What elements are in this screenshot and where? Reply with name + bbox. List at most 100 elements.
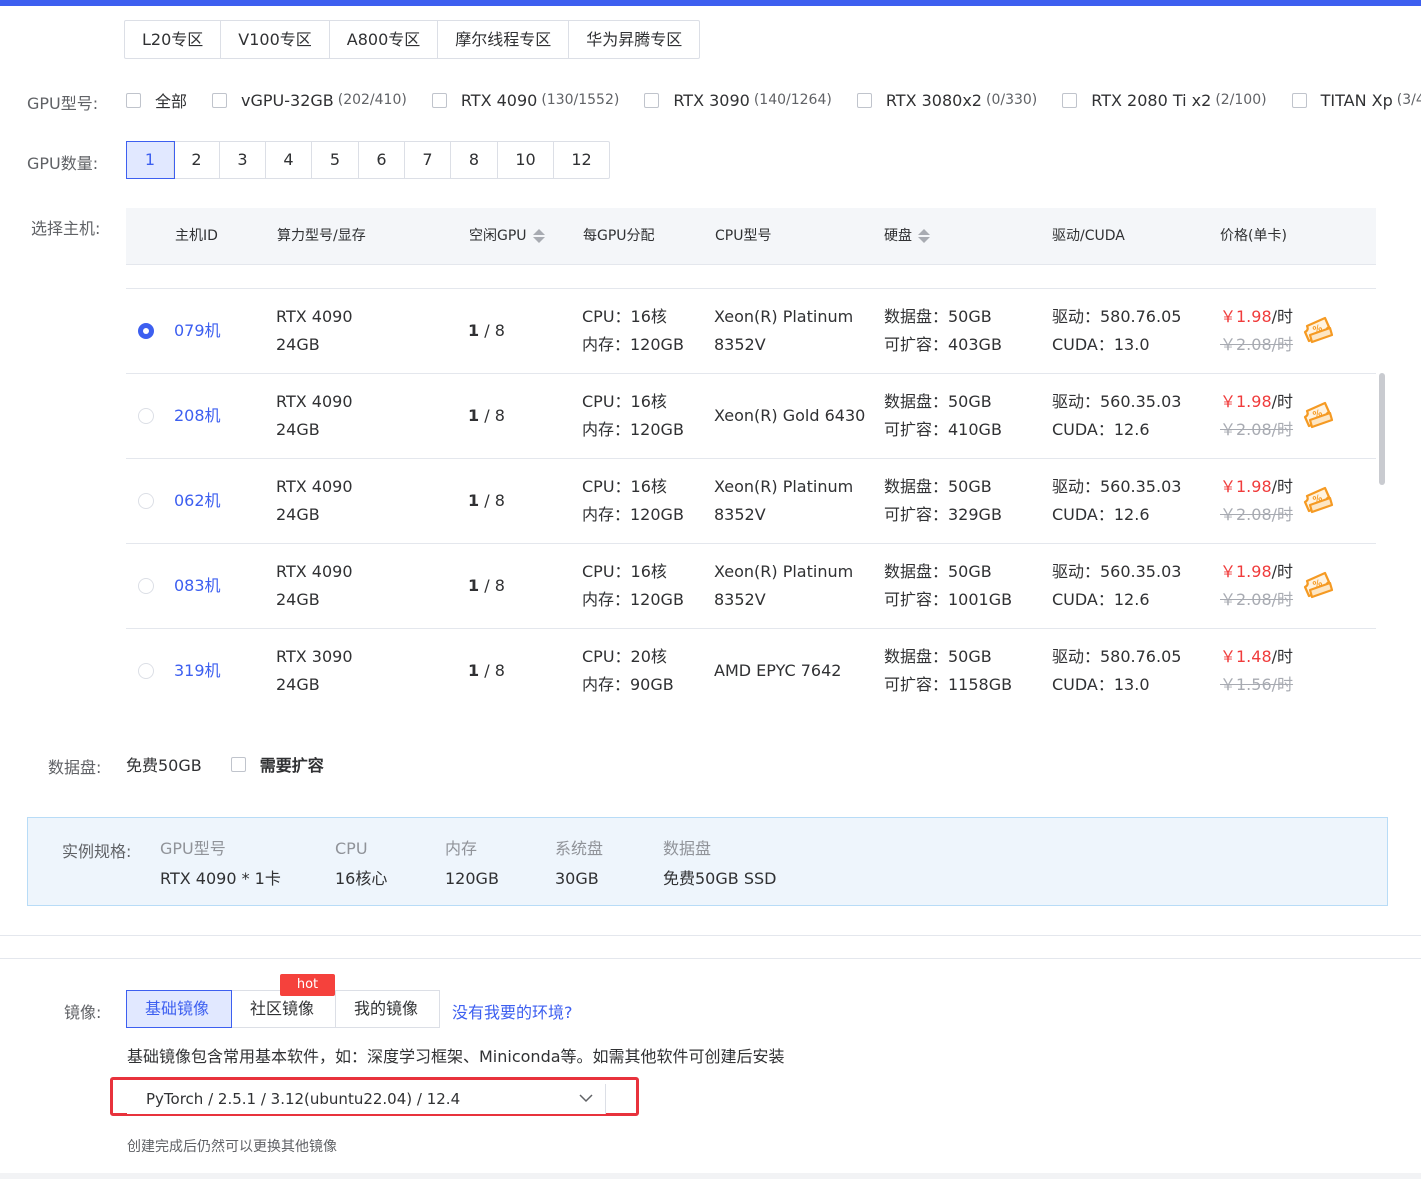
tab-my-image[interactable]: 我的镜像: [335, 990, 440, 1028]
gpu-count-option-1[interactable]: 1: [126, 141, 175, 179]
spec-title: 内存: [445, 839, 478, 858]
checkbox[interactable]: [644, 92, 660, 108]
image-label: 镜像:: [64, 1003, 102, 1022]
host-id[interactable]: 208机: [174, 402, 221, 430]
gpu-model-option-vgpu-32gb[interactable]: vGPU-32GB (202/410): [212, 91, 407, 110]
original-price: ￥2.08/时: [1220, 335, 1294, 354]
table-row[interactable]: 083机 RTX 4090 24GB 1 / 8 CPU：16核 内存：120GB …: [126, 544, 1376, 629]
zone-tab-a800[interactable]: A800专区: [330, 21, 439, 58]
tab-base-image[interactable]: 基础镜像: [126, 990, 232, 1028]
gpu-count-option-7[interactable]: 7: [405, 142, 451, 178]
free-gpu: 1 / 8: [468, 317, 505, 345]
sort-icon[interactable]: [532, 228, 545, 244]
cpu-cores: CPU：16核: [582, 392, 667, 411]
gpu-count-option-6[interactable]: 6: [359, 142, 405, 178]
data-disk: 数据盘：50GB: [884, 647, 992, 666]
host-id[interactable]: 083机: [174, 572, 221, 600]
section-divider: [0, 935, 1421, 936]
gpu-model-name: RTX 4090: [460, 90, 538, 110]
table-row[interactable]: 208机 RTX 4090 24GB 1 / 8 CPU：16核 内存：120GB …: [126, 374, 1376, 459]
per-gpu-alloc: CPU：16核 内存：120GB: [582, 473, 684, 529]
spec-title: 数据盘: [663, 839, 712, 858]
gpu-name: RTX 4090: [276, 392, 353, 411]
gpu-model-option-rtx-3080x2[interactable]: RTX 3080x2 (0/330): [856, 91, 1037, 110]
gpu-count-option-2[interactable]: 2: [174, 142, 220, 178]
checkbox[interactable]: [212, 92, 228, 108]
top-accent-bar: [0, 0, 1421, 6]
gpu-count-option-3[interactable]: 3: [220, 142, 266, 178]
disk-info: 数据盘：50GB 可扩容：1158GB: [884, 643, 1012, 699]
chevron-down-icon[interactable]: [578, 1092, 594, 1104]
data-disk: 数据盘：50GB: [884, 477, 992, 496]
gpu-model-count: (140/1264): [753, 92, 832, 108]
host-radio[interactable]: [138, 408, 154, 424]
gpu-model-option-titan-xp[interactable]: TITAN Xp(3/47): [1291, 91, 1421, 110]
price-unit: /时: [1271, 647, 1294, 666]
table-scrollbar[interactable]: [1379, 373, 1385, 485]
zone-tab-huawei-ascend[interactable]: 华为昇腾专区: [569, 21, 699, 58]
gpu-model-option-all[interactable]: 全部: [126, 88, 187, 112]
spec-value: 30GB: [555, 869, 599, 888]
zone-tabs: L20专区 V100专区 A800专区 摩尔线程专区 华为昇腾专区: [124, 20, 701, 59]
cpu-model: Xeon(R) Platinum 8352V: [714, 473, 853, 529]
host-radio[interactable]: [138, 578, 154, 594]
expandable-disk: 可扩容：1158GB: [884, 675, 1013, 694]
sort-icon[interactable]: [918, 228, 930, 244]
column-header-disk[interactable]: 硬盘: [884, 208, 930, 265]
column-header-gpu-model: 算力型号/显存: [277, 228, 366, 244]
image-select[interactable]: PyTorch / 2.5.1 / 3.12(ubuntu22.04) / 12…: [127, 1084, 606, 1114]
bottom-strip: [0, 1173, 1421, 1179]
total-gpu-count: / 8: [484, 576, 505, 595]
checkbox[interactable]: [1062, 92, 1078, 108]
host-radio[interactable]: [138, 493, 154, 509]
gpu-model-count: (3/47): [1396, 92, 1421, 108]
gpu-count-option-4[interactable]: 4: [266, 142, 312, 178]
zone-tab-l20[interactable]: L20专区: [125, 21, 222, 58]
expand-disk-checkbox[interactable]: [230, 756, 246, 772]
checkbox[interactable]: [856, 92, 872, 108]
gpu-name: RTX 4090: [276, 307, 353, 326]
checkbox[interactable]: [126, 92, 141, 108]
host-radio[interactable]: [138, 663, 154, 679]
price-unit: /时: [1271, 562, 1294, 581]
zone-tab-v100[interactable]: V100专区: [221, 21, 330, 58]
price-unit: /时: [1271, 477, 1294, 496]
gpu-count-option-12[interactable]: 12: [554, 142, 609, 178]
expand-disk-label[interactable]: 需要扩容: [260, 752, 324, 776]
table-row[interactable]: 079机 RTX 4090 24GB 1 / 8 CPU：16核 内存：120GB …: [126, 289, 1376, 374]
gpu-spec: RTX 3090 24GB: [276, 643, 353, 699]
cpu-model-line-1: AMD EPYC 7642: [714, 661, 842, 680]
host-id[interactable]: 319机: [174, 657, 221, 685]
gpu-model-option-rtx-3090[interactable]: RTX 3090 (140/1264): [644, 91, 832, 110]
host-table-header: 主机ID 算力型号/显存 空闲GPU 每GPU分配 CPU型号 硬盘 驱动/CU…: [126, 208, 1376, 265]
expandable-disk: 可扩容：403GB: [884, 335, 1002, 354]
zone-tab-moore-threads[interactable]: 摩尔线程专区: [438, 21, 570, 58]
cpu-model-line-2: 8352V: [714, 505, 766, 524]
price-info: ￥1.98/时 ￥2.08/时: [1220, 558, 1293, 614]
spec-value: RTX 4090 * 1卡: [160, 869, 281, 888]
cpu-model-line-1: Xeon(R) Platinum: [714, 307, 854, 326]
gpu-count-option-10[interactable]: 10: [498, 142, 554, 178]
gpu-vram: 24GB: [276, 505, 320, 524]
memory: 内存：120GB: [582, 505, 684, 524]
cuda-version: CUDA：13.0: [1052, 675, 1150, 694]
column-header-free-gpu[interactable]: 空闲GPU: [469, 208, 545, 265]
host-radio[interactable]: [138, 323, 154, 339]
gpu-model-option-rtx-2080ti-x2[interactable]: RTX 2080 Ti x2 (2/100): [1062, 91, 1267, 110]
price-info: ￥1.98/时 ￥2.08/时: [1220, 473, 1293, 529]
gpu-count-option-5[interactable]: 5: [312, 142, 359, 178]
no-env-link[interactable]: 没有我要的环境?: [452, 999, 573, 1023]
host-id[interactable]: 079机: [174, 317, 221, 345]
table-row[interactable]: 319机 RTX 3090 24GB 1 / 8 CPU：20核 内存：90GB A…: [126, 629, 1376, 711]
gpu-spec: RTX 4090 24GB: [276, 303, 353, 359]
free-gpu-count: 1: [468, 491, 480, 510]
table-row[interactable]: 062机 RTX 4090 24GB 1 / 8 CPU：16核 内存：120GB …: [126, 459, 1376, 544]
disk-info: 数据盘：50GB 可扩容：410GB: [884, 388, 1002, 444]
host-id[interactable]: 062机: [174, 487, 221, 515]
checkbox[interactable]: [1291, 92, 1307, 108]
gpu-model-option-rtx-4090[interactable]: RTX 4090 (130/1552): [431, 90, 619, 110]
checkbox[interactable]: [431, 92, 447, 108]
gpu-vram: 24GB: [276, 675, 320, 694]
driver-version: 驱动：560.35.03: [1052, 477, 1182, 496]
gpu-count-option-8[interactable]: 8: [451, 142, 498, 178]
